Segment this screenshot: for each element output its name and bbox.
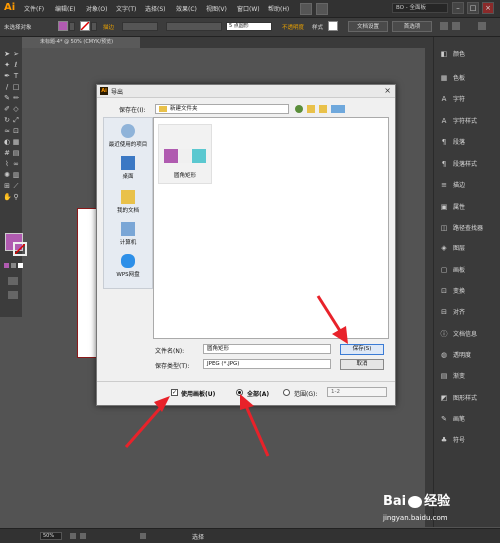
watermark-url: jingyan.baidu.com (383, 514, 448, 522)
annotation-arrows (124, 295, 348, 457)
watermark-brand-text2: 经验 (424, 494, 451, 509)
arrow-to-checkbox (124, 405, 164, 448)
arrow-to-checkbox-head (154, 396, 170, 412)
arrow-to-all-radio (244, 405, 270, 457)
arrow-to-all-radio-head (240, 394, 254, 410)
paw-icon (408, 495, 423, 508)
arrow-to-save (316, 295, 344, 335)
watermark-brand: Bai 经验 (383, 490, 450, 509)
watermark-brand-text: Bai (383, 494, 407, 509)
